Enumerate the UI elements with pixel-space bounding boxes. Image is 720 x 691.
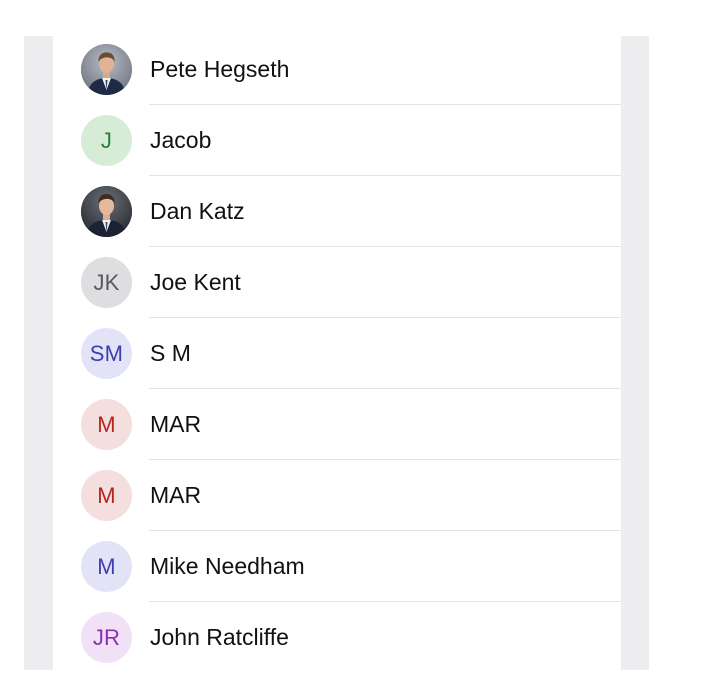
person-photo-icon <box>81 186 132 237</box>
avatar: M <box>81 399 132 450</box>
right-gutter <box>621 36 649 670</box>
contact-row-jacob[interactable]: J Jacob <box>53 105 621 176</box>
avatar: M <box>81 541 132 592</box>
avatar-initials: M <box>97 482 116 508</box>
contact-name: Dan Katz <box>150 198 245 224</box>
avatar: J <box>81 115 132 166</box>
contact-row-mike-needham[interactable]: M Mike Needham <box>53 531 621 602</box>
contact-row-s-m[interactable]: SM S M <box>53 318 621 389</box>
contact-name: MAR <box>150 411 202 437</box>
contact-name: Joe Kent <box>150 269 241 295</box>
avatar: M <box>81 470 132 521</box>
avatar: JR <box>81 612 132 663</box>
avatar-initials: JR <box>92 624 121 650</box>
contact-row-pete-hegseth[interactable]: Pete Hegseth <box>53 34 621 105</box>
contact-name: Pete Hegseth <box>150 56 290 82</box>
contact-row-joe-kent[interactable]: JK Joe Kent <box>53 247 621 318</box>
contact-name: John Ratcliffe <box>150 624 289 650</box>
contact-name: Jacob <box>150 127 212 153</box>
person-photo-icon <box>81 44 132 95</box>
contact-row-mar[interactable]: M MAR <box>53 460 621 531</box>
left-gutter <box>24 36 53 670</box>
avatar <box>81 44 132 95</box>
contact-row-mar[interactable]: M MAR <box>53 389 621 460</box>
contact-row-john-ratcliffe[interactable]: JR John Ratcliffe <box>53 602 621 673</box>
contact-name: MAR <box>150 482 202 508</box>
contact-name: S M <box>150 340 191 366</box>
avatar-initials: SM <box>89 340 124 366</box>
avatar <box>81 186 132 237</box>
avatar-initials: JK <box>93 269 120 295</box>
avatar: SM <box>81 328 132 379</box>
contact-name: Mike Needham <box>150 553 305 579</box>
avatar-initials: J <box>100 127 113 153</box>
contact-row-dan-katz[interactable]: Dan Katz <box>53 176 621 247</box>
avatar-initials: M <box>97 553 116 579</box>
avatar-initials: M <box>97 411 116 437</box>
avatar: JK <box>81 257 132 308</box>
contact-list: Pete Hegseth J Jacob Dan Katz JK Joe Ken… <box>53 34 621 673</box>
